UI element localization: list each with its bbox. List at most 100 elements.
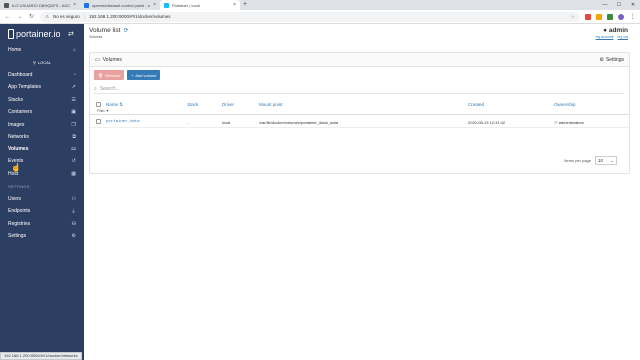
select-all-checkbox[interactable] (96, 102, 101, 107)
sidebar-item-home[interactable]: Home ⌂ (0, 44, 84, 56)
refresh-icon[interactable]: ⟳ (123, 27, 128, 34)
plug-icon: ⏚ (70, 208, 76, 215)
sidebar-item-stacks[interactable]: Stacks ☰ (0, 94, 84, 106)
sidebar-item-volumes[interactable]: Volumes ▭ (0, 143, 84, 155)
column-mount-point[interactable]: Mount point (259, 102, 283, 107)
table-settings-button[interactable]: ⚙ Settings (599, 57, 624, 63)
security-label: No es seguro (53, 14, 80, 19)
star-icon[interactable]: ☆ (571, 14, 575, 20)
reload-icon[interactable]: ↻ (28, 13, 35, 20)
breadcrumb: Volumes (89, 35, 103, 39)
column-ownership[interactable]: Ownership (554, 102, 576, 107)
mouse-cursor-icon: ☝ (11, 163, 21, 172)
new-tab-button[interactable]: + (240, 0, 250, 10)
portainer-icon (164, 2, 169, 8)
column-name[interactable]: Name ⇅ (106, 102, 123, 108)
browser-tab[interactable]: openmediavault control panel - openm × (80, 0, 160, 10)
sidebar-item-label: Registries (8, 221, 31, 227)
close-window-icon[interactable]: ✕ (626, 0, 640, 10)
actions-bar: 🗑 Remove + Add volume (94, 70, 161, 80)
sidebar-item-label: Networks (8, 134, 29, 140)
close-icon[interactable]: × (153, 2, 156, 8)
users-icon: ⚇ (71, 196, 76, 202)
volume-name-link[interactable]: portainer_data (106, 120, 140, 124)
sidebar-item-label: Endpoints (8, 208, 31, 214)
volume-created: 2020-08-13 12:31:42 (468, 120, 506, 125)
tab-title: Portainer | local (172, 2, 200, 8)
browser-tab-active[interactable]: Portainer | local × (160, 0, 240, 10)
sidebar-item-users[interactable]: Users ⚇ (0, 193, 84, 205)
sidebar-section-settings: SETTINGS (8, 184, 30, 189)
endpoint-label: LOCAL (37, 59, 52, 65)
add-volume-button[interactable]: + Add volume (126, 70, 161, 80)
items-per-page-select[interactable]: 10 ⌄ (595, 156, 617, 165)
minimize-icon[interactable]: — (598, 0, 612, 10)
logo-text: portainer.io (16, 29, 61, 39)
close-icon[interactable]: × (73, 2, 76, 8)
extension-icon[interactable] (585, 13, 591, 20)
user-name: ● admin (593, 27, 628, 34)
back-icon[interactable]: ← (4, 14, 11, 20)
remove-button[interactable]: 🗑 Remove (94, 70, 124, 80)
maximize-icon[interactable]: ☐ (612, 0, 626, 10)
sidebar-item-networks[interactable]: Networks ⧉ (0, 131, 84, 143)
logout-link[interactable]: log out (617, 35, 628, 39)
sidebar-toggle-icon[interactable]: ⇄ (68, 30, 74, 38)
sidebar-item-label: Images (8, 122, 25, 128)
extension-icon[interactable] (607, 13, 613, 20)
url-text: 192.168.1.200:9000/#!/1/docker/volumes (88, 14, 171, 19)
row-checkbox[interactable] (96, 119, 101, 124)
menu-icon[interactable]: ⋮ (629, 13, 636, 20)
items-per-page-label: Items per page (564, 158, 591, 163)
url-field[interactable]: ⚠ No es seguro | 192.168.1.200:9000/#!/1… (40, 11, 580, 22)
tab-title: ILO USUARIO DBHQDFS - ADCCTH (12, 2, 71, 8)
filter-icon: ▼ (105, 109, 110, 113)
portainer-logo-icon (8, 29, 14, 39)
browser-tab[interactable]: ILO USUARIO DBHQDFS - ADCCTH × (0, 0, 80, 10)
profile-avatar[interactable] (618, 13, 624, 20)
close-icon[interactable]: × (233, 2, 236, 8)
volume-driver: local (222, 120, 231, 125)
column-stack[interactable]: Stack (187, 102, 198, 107)
sidebar-item-label: Containers (8, 109, 33, 115)
omv-icon (84, 2, 89, 8)
column-driver[interactable]: Driver (222, 102, 234, 107)
clone-icon: ❐ (71, 122, 76, 128)
search-icon: ⌕ (94, 85, 97, 92)
sidebar-item-registries[interactable]: Registries ⛁ (0, 218, 84, 230)
search-input[interactable] (99, 85, 300, 92)
widget-header: ▭ Volumes ⚙ Settings (90, 53, 629, 67)
sidebar-item-settings[interactable]: Settings ⚙ (0, 230, 84, 242)
users-icon: ⚇ (554, 120, 558, 125)
tachometer-icon: ◔ (72, 72, 76, 78)
items-per-page-value: 10 (598, 158, 604, 163)
volume-mount-point: /var/lib/docker/volumes/portainer_data/_… (259, 120, 338, 125)
sidebar-item-label: Settings (8, 233, 27, 239)
my-account-link[interactable]: my account (596, 35, 614, 39)
sidebar: portainer.io ⇄ Home ⌂ ⚲ LOCAL Dashboard … (0, 24, 84, 360)
rocket-icon: ➚ (71, 84, 76, 90)
add-volume-label: Add volume (135, 72, 157, 78)
ownership-label: administrators (558, 120, 584, 125)
database-icon: ⛁ (71, 221, 76, 227)
filter-button[interactable]: Filter ▼ (97, 109, 109, 113)
sidebar-item-images[interactable]: Images ❐ (0, 119, 84, 131)
user-icon: ● (603, 27, 608, 34)
sidebar-item-label: Stacks (8, 97, 24, 103)
remove-label: Remove (105, 72, 120, 78)
sidebar-item-endpoints[interactable]: Endpoints ⏚ (0, 205, 84, 217)
sidebar-item-dashboard[interactable]: Dashboard ◔ (0, 69, 84, 81)
plus-icon: + (130, 72, 134, 78)
sidebar-item-app-templates[interactable]: App Templates ➚ (0, 81, 84, 93)
volumes-widget: ▭ Volumes ⚙ Settings 🗑 Remove + Add volu… (89, 52, 630, 174)
sidebar-item-containers[interactable]: Containers ▣ (0, 106, 84, 118)
forward-icon[interactable]: → (16, 14, 23, 20)
warning-icon[interactable]: ⚠ (45, 14, 49, 20)
portainer-logo[interactable]: portainer.io (8, 29, 61, 39)
pagination: Items per page 10 ⌄ (564, 156, 617, 165)
trash-icon: 🗑 (98, 72, 104, 78)
column-created[interactable]: Created (468, 102, 484, 107)
home-icon: ⌂ (72, 47, 76, 53)
user-links: my account log out (593, 35, 628, 39)
extension-icon[interactable] (596, 13, 602, 20)
